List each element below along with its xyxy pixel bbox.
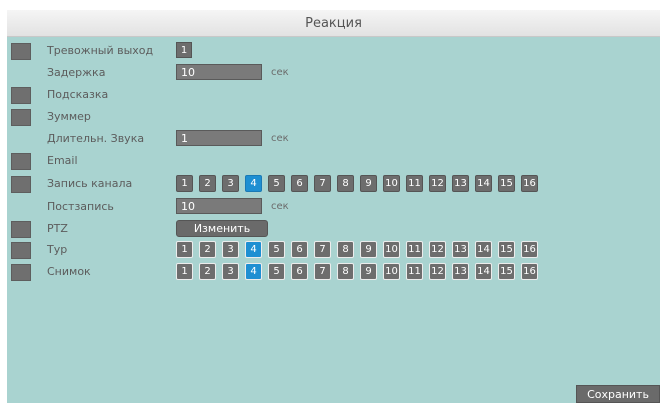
post-record-input[interactable]: 10 [176,198,262,214]
snapshot-checkbox[interactable] [11,264,31,281]
ptz-row: PTZ Изменить [7,220,660,240]
post-record-unit: сек [271,201,289,212]
record-channel-button-4[interactable]: 4 [245,175,262,192]
email-label: Email [47,154,78,167]
record-channel-button-15[interactable]: 15 [498,175,515,192]
tour-channel-button-4[interactable]: 4 [245,241,262,258]
tour-channel-button-7[interactable]: 7 [314,241,331,258]
tour-channel-button-13[interactable]: 13 [452,241,469,258]
snapshot-row: Снимок 1 2 3 4 5 6 7 8 9 10 11 12 13 14 15 16 [7,263,660,283]
channel-record-buttons: 1 2 3 4 5 6 7 8 9 10 11 12 13 14 15 16 [176,175,538,192]
tour-channel-button-12[interactable]: 12 [429,241,446,258]
email-checkbox[interactable] [11,153,31,170]
record-channel-button-11[interactable]: 11 [406,175,423,192]
delay-label: Задержка [47,66,106,79]
tour-channel-button-5[interactable]: 5 [268,241,285,258]
tour-channel-button-11[interactable]: 11 [406,241,423,258]
snapshot-channel-button-2[interactable]: 2 [199,263,216,280]
hint-row: Подсказка [7,86,660,106]
window-titlebar: Реакция [7,10,660,37]
alarm-out-checkbox[interactable] [11,43,31,60]
snapshot-channel-button-15[interactable]: 15 [498,263,515,280]
snapshot-channel-button-1[interactable]: 1 [176,263,193,280]
record-channel-button-9[interactable]: 9 [360,175,377,192]
channel-record-checkbox[interactable] [11,176,31,193]
snapshot-channel-button-4[interactable]: 4 [245,263,262,280]
record-channel-button-1[interactable]: 1 [176,175,193,192]
ptz-change-button[interactable]: Изменить [176,220,268,237]
snapshot-channel-button-14[interactable]: 14 [475,263,492,280]
tour-channel-button-2[interactable]: 2 [199,241,216,258]
email-row: Email [7,152,660,172]
tour-checkbox[interactable] [11,242,31,259]
ptz-checkbox[interactable] [11,221,31,238]
tour-channel-button-3[interactable]: 3 [222,241,239,258]
buzzer-checkbox[interactable] [11,109,31,126]
buzzer-row: Зуммер [7,108,660,128]
record-channel-button-7[interactable]: 7 [314,175,331,192]
snapshot-channel-button-9[interactable]: 9 [360,263,377,280]
snapshot-channel-button-11[interactable]: 11 [406,263,423,280]
tour-channel-button-9[interactable]: 9 [360,241,377,258]
snapshot-channel-buttons: 1 2 3 4 5 6 7 8 9 10 11 12 13 14 15 16 [176,263,538,280]
snapshot-channel-button-13[interactable]: 13 [452,263,469,280]
record-channel-button-14[interactable]: 14 [475,175,492,192]
tour-channel-button-16[interactable]: 16 [521,241,538,258]
tour-label: Тур [47,243,68,256]
post-record-row: Постзапись 10 сек [7,198,660,218]
post-record-label: Постзапись [47,200,114,213]
delay-input[interactable]: 10 [176,64,262,80]
record-channel-button-12[interactable]: 12 [429,175,446,192]
reaction-panel: Реакция Тревожный выход 1 Задержка 10 се… [7,10,660,403]
alarm-out-label: Тревожный выход [47,44,154,57]
snapshot-channel-button-16[interactable]: 16 [521,263,538,280]
tour-row: Тур 1 2 3 4 5 6 7 8 9 10 11 12 13 14 15 16 [7,241,660,261]
snapshot-label: Снимок [47,265,91,278]
tour-channel-button-15[interactable]: 15 [498,241,515,258]
tour-channel-button-1[interactable]: 1 [176,241,193,258]
record-channel-button-8[interactable]: 8 [337,175,354,192]
record-channel-button-16[interactable]: 16 [521,175,538,192]
channel-record-label: Запись канала [47,177,133,190]
channel-record-row: Запись канала 1 2 3 4 5 6 7 8 9 10 11 12 13 14 15 16 [7,175,660,195]
window-title: Реакция [305,15,362,31]
record-channel-button-5[interactable]: 5 [268,175,285,192]
snapshot-channel-button-6[interactable]: 6 [291,263,308,280]
buzzer-label: Зуммер [47,110,91,123]
record-channel-button-3[interactable]: 3 [222,175,239,192]
record-channel-button-2[interactable]: 2 [199,175,216,192]
sound-duration-label: Длительн. Звука [47,132,145,145]
snapshot-channel-button-12[interactable]: 12 [429,263,446,280]
tour-channel-button-14[interactable]: 14 [475,241,492,258]
ptz-label: PTZ [47,222,68,235]
sound-duration-unit: сек [271,133,289,144]
record-channel-button-6[interactable]: 6 [291,175,308,192]
snapshot-channel-button-10[interactable]: 10 [383,263,400,280]
sound-duration-row: Длительн. Звука 1 сек [7,130,660,150]
hint-label: Подсказка [47,88,109,101]
tour-channel-buttons: 1 2 3 4 5 6 7 8 9 10 11 12 13 14 15 16 [176,241,538,258]
delay-row: Задержка 10 сек [7,64,660,84]
record-channel-button-10[interactable]: 10 [383,175,400,192]
record-channel-button-13[interactable]: 13 [452,175,469,192]
alarm-out-row: Тревожный выход 1 [7,42,660,62]
alarm-out-button[interactable]: 1 [176,42,192,58]
tour-channel-button-10[interactable]: 10 [383,241,400,258]
tour-channel-button-8[interactable]: 8 [337,241,354,258]
tour-channel-button-6[interactable]: 6 [291,241,308,258]
snapshot-channel-button-7[interactable]: 7 [314,263,331,280]
snapshot-channel-button-8[interactable]: 8 [337,263,354,280]
snapshot-channel-button-3[interactable]: 3 [222,263,239,280]
save-button[interactable]: Сохранить [576,385,660,403]
sound-duration-input[interactable]: 1 [176,130,262,146]
delay-unit: сек [271,67,289,78]
hint-checkbox[interactable] [11,87,31,104]
snapshot-channel-button-5[interactable]: 5 [268,263,285,280]
